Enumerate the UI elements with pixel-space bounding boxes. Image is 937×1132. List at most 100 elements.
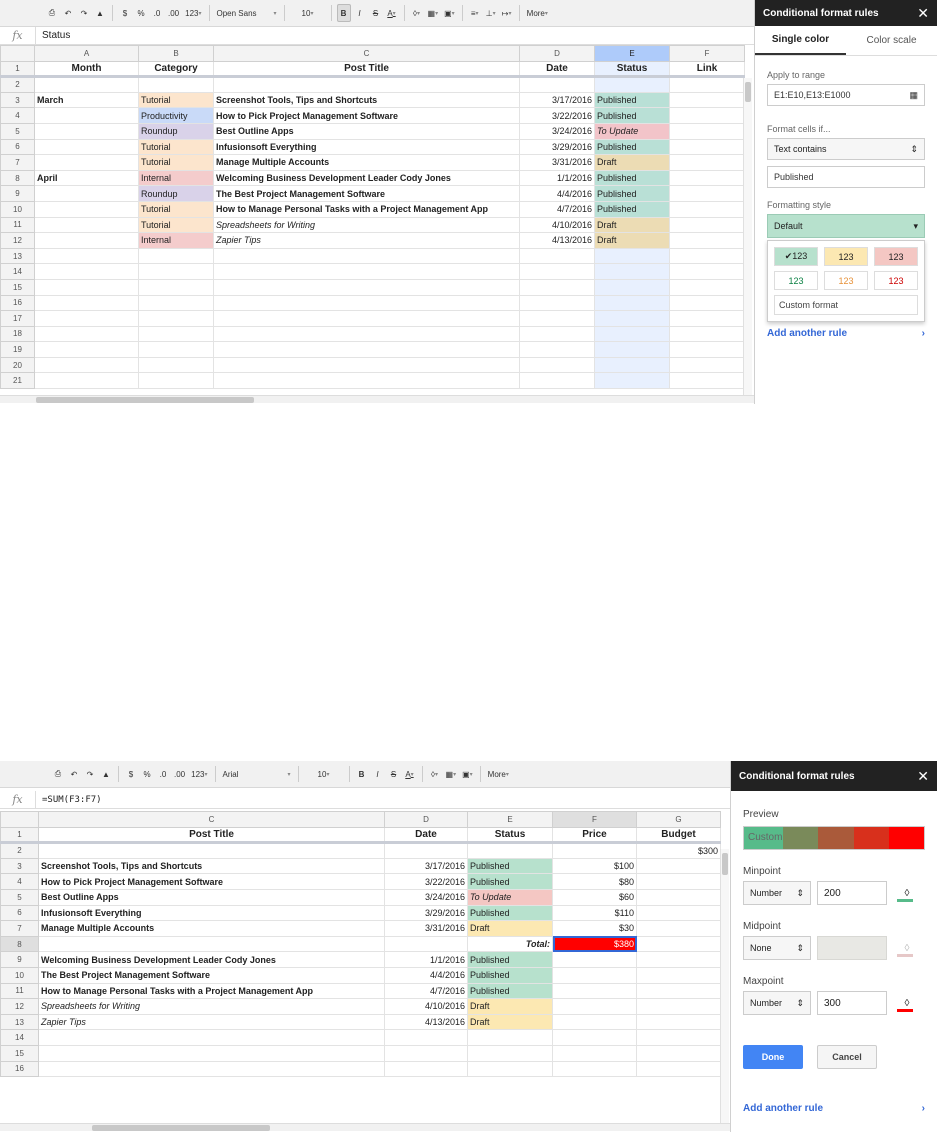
cell[interactable] bbox=[38, 935, 385, 953]
italic-button[interactable]: I bbox=[371, 765, 385, 783]
print-icon[interactable]: ⎙ bbox=[51, 765, 65, 783]
cell[interactable]: Published bbox=[467, 951, 553, 968]
cell[interactable]: Spreadsheets for Writing bbox=[213, 216, 520, 234]
borders-icon[interactable]: ▦ bbox=[426, 4, 441, 22]
cell[interactable] bbox=[213, 76, 520, 93]
column-header[interactable]: F bbox=[552, 811, 637, 828]
number-format-dropdown[interactable]: 123 bbox=[189, 765, 209, 783]
cell[interactable]: Best Outline Apps bbox=[38, 888, 385, 906]
cell[interactable]: 3/31/2016 bbox=[519, 154, 595, 171]
cell[interactable] bbox=[213, 310, 520, 327]
merge-cells-icon[interactable]: ▣ bbox=[460, 765, 475, 783]
cell[interactable] bbox=[34, 185, 139, 202]
row-header[interactable]: 12 bbox=[0, 998, 39, 1015]
cell[interactable] bbox=[552, 842, 637, 859]
cell[interactable] bbox=[519, 76, 595, 93]
row-header[interactable]: 10 bbox=[0, 966, 39, 984]
cell[interactable]: Manage Multiple Accounts bbox=[38, 920, 385, 937]
cell[interactable]: Spreadsheets for Writing bbox=[38, 998, 385, 1015]
cell[interactable] bbox=[213, 263, 520, 280]
cell[interactable]: Draft bbox=[467, 998, 553, 1015]
row-header[interactable]: 20 bbox=[0, 356, 35, 374]
cell[interactable]: Category bbox=[138, 60, 214, 79]
cell[interactable]: 3/17/2016 bbox=[519, 91, 595, 109]
tab-single-color[interactable]: Single color bbox=[755, 26, 846, 55]
cell[interactable] bbox=[138, 263, 214, 280]
minpoint-fill-icon[interactable]: ◊ bbox=[893, 881, 921, 905]
column-header[interactable]: B bbox=[138, 45, 214, 62]
paint-format-icon[interactable]: ▲ bbox=[93, 4, 107, 22]
cell[interactable] bbox=[213, 278, 520, 296]
merge-cells-icon[interactable]: ▣ bbox=[442, 4, 457, 22]
cell[interactable] bbox=[636, 888, 721, 906]
row-header[interactable]: 18 bbox=[0, 325, 35, 343]
cell[interactable] bbox=[467, 1060, 553, 1078]
row-header[interactable]: 1 bbox=[0, 60, 35, 79]
cell[interactable]: Best Outline Apps bbox=[213, 122, 520, 140]
cell[interactable]: Published bbox=[467, 966, 553, 984]
row-header[interactable]: 15 bbox=[0, 278, 35, 296]
italic-button[interactable]: I bbox=[353, 4, 367, 22]
cell[interactable] bbox=[519, 263, 595, 280]
cell[interactable]: Screenshot Tools, Tips and Shortcuts bbox=[38, 857, 385, 875]
font-dropdown[interactable]: Arial bbox=[221, 765, 293, 783]
cell[interactable]: Screenshot Tools, Tips and Shortcuts bbox=[213, 91, 520, 109]
cell[interactable] bbox=[636, 982, 721, 1000]
row-header[interactable]: 13 bbox=[0, 247, 35, 265]
vertical-scroll-thumb[interactable] bbox=[722, 853, 728, 875]
formula-input[interactable]: Status bbox=[36, 30, 70, 41]
maxpoint-type-dropdown[interactable]: Number ⇕ bbox=[743, 991, 811, 1015]
corner-cell[interactable] bbox=[0, 45, 35, 62]
cell[interactable] bbox=[594, 356, 670, 374]
cell[interactable] bbox=[594, 325, 670, 343]
maxpoint-value-input[interactable]: 300 bbox=[817, 991, 887, 1015]
swatch-red[interactable]: 123 bbox=[874, 247, 918, 266]
cell[interactable] bbox=[519, 325, 595, 343]
cell[interactable] bbox=[669, 185, 745, 202]
cell[interactable]: Published bbox=[467, 904, 553, 922]
corner-cell[interactable] bbox=[0, 811, 39, 828]
cell[interactable] bbox=[669, 122, 745, 140]
cell[interactable] bbox=[636, 966, 721, 984]
row-header[interactable]: 17 bbox=[0, 310, 35, 327]
font-dropdown[interactable]: Open Sans bbox=[215, 4, 279, 22]
cell[interactable] bbox=[138, 278, 214, 296]
cell[interactable]: March bbox=[34, 91, 139, 109]
cell[interactable]: Price bbox=[552, 826, 637, 845]
cell[interactable] bbox=[636, 951, 721, 968]
cell[interactable]: Published bbox=[594, 200, 670, 218]
column-header[interactable]: D bbox=[384, 811, 468, 828]
row-header[interactable]: 1 bbox=[0, 826, 39, 845]
cell[interactable] bbox=[669, 294, 745, 312]
cell[interactable]: How to Manage Personal Tasks with a Proj… bbox=[38, 982, 385, 1000]
cell[interactable] bbox=[636, 873, 721, 890]
cell[interactable] bbox=[636, 1029, 721, 1046]
cell[interactable] bbox=[213, 356, 520, 374]
row-header[interactable]: 3 bbox=[0, 91, 35, 109]
cell[interactable]: Welcoming Business Development Leader Co… bbox=[38, 951, 385, 968]
cell[interactable] bbox=[467, 1044, 553, 1062]
cell[interactable] bbox=[552, 966, 637, 984]
cell[interactable] bbox=[519, 310, 595, 327]
cell[interactable]: 4/4/2016 bbox=[384, 966, 468, 984]
add-rule-link[interactable]: Add another rule › bbox=[731, 1103, 937, 1114]
cell[interactable] bbox=[34, 107, 139, 124]
cell[interactable] bbox=[138, 76, 214, 93]
print-icon[interactable]: ⎙ bbox=[45, 4, 59, 22]
cell[interactable]: Status bbox=[594, 60, 670, 79]
cell[interactable]: Draft bbox=[594, 216, 670, 234]
cell[interactable] bbox=[34, 76, 139, 93]
cell[interactable]: The Best Project Management Software bbox=[38, 966, 385, 984]
cell[interactable] bbox=[138, 372, 214, 390]
cell[interactable]: April bbox=[34, 169, 139, 187]
row-header[interactable]: 14 bbox=[0, 263, 35, 280]
bold-button[interactable]: B bbox=[336, 4, 351, 22]
cell[interactable] bbox=[636, 1044, 721, 1062]
redo-icon[interactable]: ↷ bbox=[77, 4, 91, 22]
cell[interactable]: 3/22/2016 bbox=[519, 107, 595, 124]
cell[interactable] bbox=[552, 982, 637, 1000]
column-header[interactable]: A bbox=[34, 45, 139, 62]
cell[interactable] bbox=[34, 216, 139, 234]
cell[interactable] bbox=[34, 325, 139, 343]
cell[interactable]: 3/31/2016 bbox=[384, 920, 468, 937]
